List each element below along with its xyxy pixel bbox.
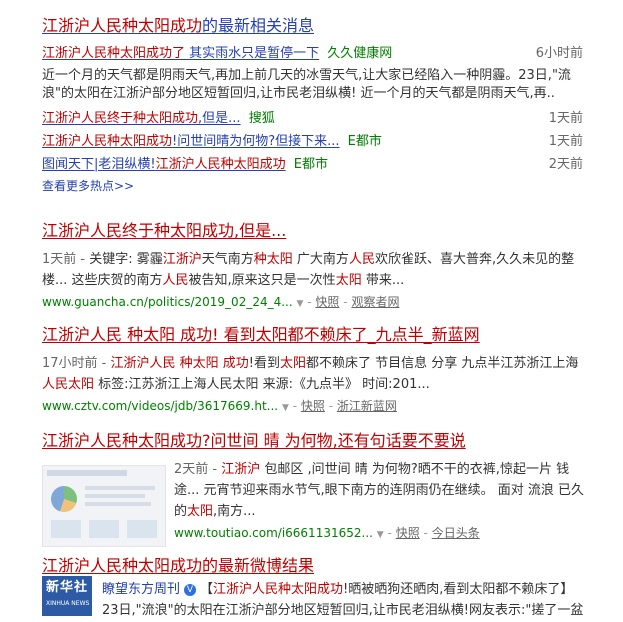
result-highlight: 种太阳	[253, 252, 293, 267]
weibo-account-link[interactable]: 瞭望东方周刊	[102, 582, 180, 597]
logo-text: 新华社	[46, 580, 89, 595]
news-item-line: 江浙沪人民终于种太阳成功,但是... 搜狐	[42, 107, 275, 130]
news-item-highlight: 江浙沪人民种太阳成功	[42, 134, 173, 149]
site-link[interactable]: 观察者网	[351, 295, 399, 309]
weibo-text: !晒被晒狗还晒肉,看到太阳都不赖床了】	[343, 582, 574, 597]
verified-v-icon: V	[184, 584, 197, 596]
more-hot-news-link[interactable]: 查看更多热点>>	[42, 179, 134, 193]
dropdown-arrow-icon[interactable]: ▼	[297, 299, 304, 309]
result-abstract: 2天前 - 江浙沪 包邮区 ,问世间 晴 为何物?晒不干的衣裤,惊起一片 钱途.…	[174, 459, 587, 522]
news-item-time: 1天前	[548, 111, 583, 126]
result-url-line: www.guancha.cn/politics/2019_02_24_4... …	[42, 295, 400, 309]
result-title-link[interactable]: 江浙沪人民种太阳成功?问世间 晴 为何物,还有句话要不要说	[42, 431, 466, 450]
result-title-link[interactable]: 江浙沪人民终于种太阳成功,但是...	[42, 221, 286, 240]
news-top-item-source: 久久健康网	[327, 46, 393, 61]
result-highlight: 太阳	[335, 273, 362, 288]
news-title-rest: 的最新相关消息	[202, 16, 315, 35]
result-highlight: 人民太阳	[42, 377, 95, 392]
news-top-item-rest: 其实雨水只是暂停一下	[185, 46, 320, 61]
news-item-source: E都市	[293, 157, 328, 172]
snapshot-link[interactable]: 快照	[396, 526, 420, 540]
result-highlight: 太阳	[279, 356, 306, 371]
weibo-post-line: 瞭望东方周刊 V 【江浙沪人民种太阳成功!晒被晒狗还晒肉,看到太阳都不赖床了】	[102, 580, 573, 600]
result-keyword: 关键字: 雾霾	[89, 252, 163, 267]
result-text: !看到	[248, 356, 280, 371]
result-title-link[interactable]: 江浙沪人民 种太阳 成功! 看到太阳都不赖床了_九点半_新蓝网	[42, 325, 480, 344]
news-top-item-highlight: 江浙沪人民种太阳成功了	[42, 46, 186, 61]
result-text: 都不赖床了 节目信息 分享 九点半江苏浙江上海	[306, 356, 579, 371]
snapshot-link[interactable]: 快照	[315, 295, 339, 309]
result-date: 2天前 -	[174, 462, 222, 477]
dropdown-arrow-icon[interactable]: ▼	[377, 530, 384, 540]
result-text: ,南方...	[213, 504, 256, 519]
news-top-item-link[interactable]: 江浙沪人民种太阳成功了 其实雨水只是暂停一下	[42, 46, 319, 61]
result-text: 被告知,原来这只是一次性	[188, 273, 336, 288]
news-top-item: 江浙沪人民种太阳成功了 其实雨水只是暂停一下 久久健康网 6小时前	[42, 42, 587, 65]
news-item-highlight: 江浙沪人民种太阳成功	[155, 157, 286, 172]
result-thumbnail-image[interactable]	[42, 465, 166, 547]
logo-subtext: XINHUA NEWS	[46, 600, 90, 607]
weibo-result: 江浙沪人民种太阳成功的最新微博结果 新华社 XINHUA NEWS 瞭望东方周刊…	[42, 554, 587, 622]
news-item-source: 搜狐	[248, 111, 275, 126]
weibo-highlight: 江浙沪人民种太阳成功	[213, 582, 344, 597]
xinhua-logo[interactable]: 新华社 XINHUA NEWS	[42, 576, 92, 616]
result-highlight: 太阳	[187, 504, 214, 519]
news-item-link[interactable]: 图闻天下|老泪纵横!江浙沪人民种太阳成功	[42, 157, 286, 172]
news-title-highlight: 江浙沪人民种太阳成功	[42, 16, 203, 35]
news-item-line: 江浙沪人民种太阳成功!问世间晴为何物?但接下来... E都市	[42, 130, 382, 153]
result-title: 江浙沪人民 种太阳 成功! 看到太阳都不赖床了_九点半_新蓝网	[42, 325, 480, 344]
search-result: 江浙沪人民 种太阳 成功! 看到太阳都不赖床了_九点半_新蓝网 17小时前 - …	[42, 323, 587, 417]
news-item-time: 1天前	[548, 134, 583, 149]
search-result: 江浙沪人民种太阳成功?问世间 晴 为何物,还有句话要不要说 2天前 - 江浙沪 …	[42, 429, 587, 549]
news-item-link[interactable]: 江浙沪人民种太阳成功!问世间晴为何物?但接下来...	[42, 134, 340, 149]
news-block: 江浙沪人民种太阳成功的最新相关消息 江浙沪人民种太阳成功了 其实雨水只是暂停一下…	[42, 14, 587, 196]
result-highlight: 江浙沪	[221, 462, 261, 477]
result-highlight: 江浙沪人民 种太阳 成功	[110, 356, 249, 371]
news-item: 图闻天下|老泪纵横!江浙沪人民种太阳成功 E都市 2天前	[42, 153, 587, 176]
news-item-highlight: 江浙沪人民终于种太阳成功	[42, 111, 199, 126]
result-title-link[interactable]: 江浙沪人民种太阳成功的最新微博结果	[42, 556, 314, 575]
result-url[interactable]: www.toutiao.com/i6661131652...	[174, 526, 373, 540]
news-item-rest: ,但是...	[198, 111, 241, 126]
result-abstract: 1天前 - 关键字: 雾霾江浙沪天气南方种太阳 广大南方人民欢欣雀跃、喜大普奔,…	[42, 249, 587, 291]
news-top-item-time: 6小时前	[535, 46, 583, 61]
result-abstract: 17小时前 - 江浙沪人民 种太阳 成功!看到太阳都不赖床了 节目信息 分享 九…	[42, 353, 587, 395]
result-text: 标签:江苏浙江上海人民太阳 来源:《九点半》 时间:201...	[94, 377, 430, 392]
news-item-link[interactable]: 江浙沪人民终于种太阳成功,但是...	[42, 111, 241, 126]
site-link[interactable]: 今日头条	[432, 526, 480, 540]
weibo-text: 【	[200, 582, 214, 597]
result-text: 带来...	[361, 273, 405, 288]
news-item: 江浙沪人民种太阳成功!问世间晴为何物?但接下来... E都市 1天前	[42, 130, 587, 153]
news-item-line: 图闻天下|老泪纵横!江浙沪人民种太阳成功 E都市	[42, 153, 328, 176]
result-highlight: 人民	[348, 252, 375, 267]
snapshot-link[interactable]: 快照	[301, 399, 325, 413]
result-url-line: www.cztv.com/videos/jdb/3617669.ht... ▼ …	[42, 399, 397, 413]
result-title: 江浙沪人民种太阳成功的最新微博结果	[42, 556, 315, 575]
news-item-source: E都市	[347, 134, 382, 149]
news-title-link[interactable]: 江浙沪人民种太阳成功的最新相关消息	[42, 16, 314, 35]
result-date: 1天前 -	[42, 252, 90, 267]
news-item-prefix: 图闻天下|老泪纵横!	[42, 157, 156, 172]
news-top-item-abstract: 近一个月的天气都是阴雨天气,再加上前几天的冰雪天气,让大家已经陷入一种阴霾。23…	[42, 68, 571, 101]
result-text: 广大南方	[292, 252, 349, 267]
result-title: 江浙沪人民终于种太阳成功,但是...	[42, 221, 287, 240]
news-block-title[interactable]: 江浙沪人民种太阳成功的最新相关消息	[42, 14, 587, 38]
news-item-rest: !问世间晴为何物?但接下来...	[172, 134, 340, 149]
result-date: 17小时前 -	[42, 356, 111, 371]
news-top-item-line: 江浙沪人民种太阳成功了 其实雨水只是暂停一下 久久健康网	[42, 42, 392, 65]
search-result: 江浙沪人民终于种太阳成功,但是... 1天前 - 关键字: 雾霾江浙沪天气南方种…	[42, 219, 587, 313]
result-highlight: 人民	[162, 273, 189, 288]
result-url-line: www.toutiao.com/i6661131652... ▼ - 快照 - …	[174, 526, 480, 540]
weibo-post-text: 23日,"流浪"的太阳在江浙沪部分地区短暂回归,让市民老泪纵横!网友表示:"搓了…	[102, 603, 584, 618]
result-url[interactable]: www.cztv.com/videos/jdb/3617669.ht...	[42, 399, 278, 413]
result-highlight: 江浙沪	[162, 252, 202, 267]
dropdown-arrow-icon[interactable]: ▼	[282, 403, 289, 413]
news-item-time: 2天前	[548, 157, 583, 172]
news-item: 江浙沪人民终于种太阳成功,但是... 搜狐 1天前	[42, 107, 587, 130]
site-link[interactable]: 浙江新蓝网	[337, 399, 397, 413]
result-text: 天气南方	[201, 252, 254, 267]
result-url[interactable]: www.guancha.cn/politics/2019_02_24_4...	[42, 295, 293, 309]
result-title: 江浙沪人民种太阳成功?问世间 晴 为何物,还有句话要不要说	[42, 431, 466, 450]
